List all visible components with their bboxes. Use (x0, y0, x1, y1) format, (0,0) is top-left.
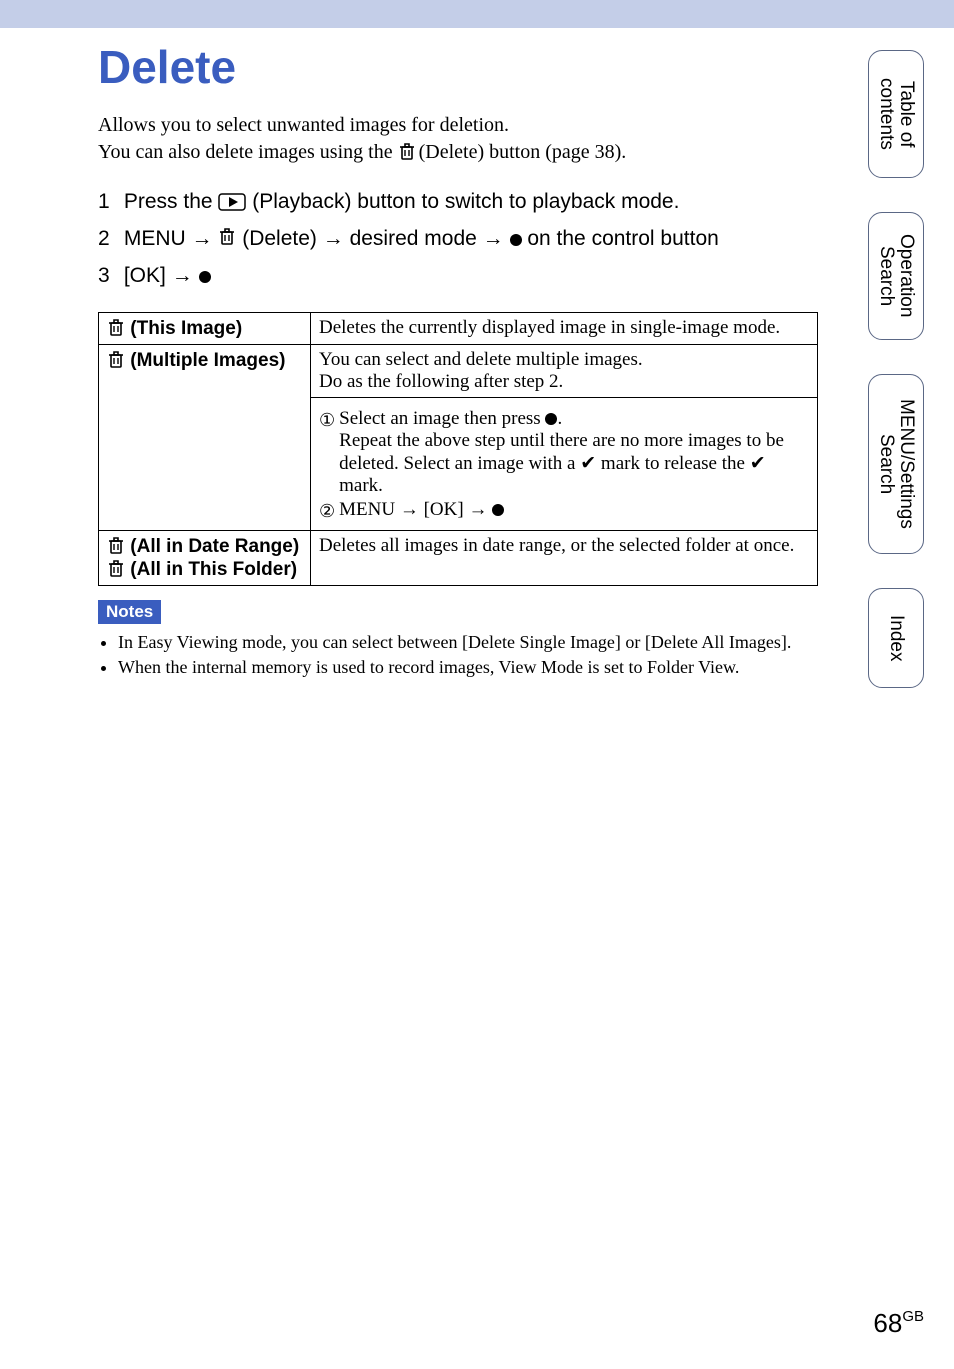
step-3: 3 [OK] → (98, 258, 894, 295)
arrow-icon: → (323, 227, 344, 250)
trash-icon (218, 226, 236, 248)
mode-label-cell: (Multiple Images) (99, 345, 311, 531)
note-item: When the internal memory is used to reco… (118, 655, 878, 679)
sub1-e: mark. (339, 475, 383, 496)
mode-desc-cell: You can select and delete multiple image… (311, 345, 818, 398)
table-row: (Multiple Images) You can select and del… (99, 345, 818, 398)
trash-this-icon (107, 317, 125, 337)
row2-desc2: Do as the following after step 2. (319, 371, 563, 392)
notes-badge: Notes (98, 600, 161, 624)
arrow-icon: → (468, 499, 487, 520)
page-number: 68GB (873, 1308, 924, 1339)
intro-text: Allows you to select unwanted images for… (98, 112, 818, 166)
sub1-b: . (557, 408, 562, 429)
step2-pre: MENU (124, 227, 192, 250)
step1-post: (Playback) button to switch to playback … (252, 190, 679, 213)
mode-label-cell: (All in Date Range) (All in This Folder) (99, 531, 311, 586)
intro-line1: Allows you to select unwanted images for… (98, 114, 509, 136)
center-button-icon (199, 271, 211, 283)
step2-mid1: (Delete) (242, 227, 323, 250)
trash-multi-icon (107, 349, 125, 369)
substep-1: Select an image then press . Repeat the … (339, 408, 809, 497)
trash-icon (398, 141, 414, 161)
tab-label: Index (886, 615, 906, 661)
step2-mid2: desired mode (350, 227, 483, 250)
intro-line2-pre: You can also delete images using the (98, 141, 398, 163)
step-1: 1 Press the (Playback) button to switch … (98, 184, 894, 221)
mode-desc: Deletes the currently displayed image in… (319, 317, 780, 338)
mode-desc-cell: Deletes all images in date range, or the… (311, 531, 818, 586)
sub1-d: mark to release the (601, 453, 750, 474)
note-item: In Easy Viewing mode, you can select bet… (118, 630, 878, 654)
tab-menu-settings-search[interactable]: MENU/Settings Search (868, 374, 924, 554)
modes-table: (This Image) Deletes the currently displ… (98, 312, 818, 586)
playback-icon (218, 193, 246, 211)
sub2-a: MENU (339, 499, 400, 520)
mode-label: (This Image) (130, 318, 242, 339)
intro-line2-post: (Delete) button (page 38). (419, 141, 627, 163)
check-icon: ✔ (580, 453, 596, 474)
steps-list: 1 Press the (Playback) button to switch … (98, 184, 894, 294)
page-number-value: 68 (873, 1308, 902, 1338)
table-row: (This Image) Deletes the currently displ… (99, 313, 818, 345)
tab-label: Operation Search (876, 234, 916, 317)
tab-index[interactable]: Index (868, 588, 924, 688)
mode-desc: Deletes all images in date range, or the… (319, 535, 794, 556)
side-tabs: Table of contents Operation Search MENU/… (868, 50, 924, 688)
mode-label-cell: (This Image) (99, 313, 311, 345)
step-number: 1 (98, 184, 118, 221)
notes-list: In Easy Viewing mode, you can select bet… (98, 630, 878, 679)
center-button-icon (510, 234, 522, 246)
step-2: 2 MENU → (Delete) → desired mode → on th… (98, 221, 894, 258)
trash-folder-icon (107, 558, 125, 578)
mode-substeps-cell: ① Select an image then press . Repeat th… (311, 398, 818, 531)
sub2-b: [OK] (424, 499, 469, 520)
substep-2: MENU → [OK] → (339, 499, 504, 521)
tab-label: Table of contents (876, 78, 916, 150)
mode-label-a: (All in Date Range) (130, 536, 299, 557)
step3-pre: [OK] (124, 264, 172, 287)
arrow-icon: → (483, 227, 504, 250)
mode-desc-cell: Deletes the currently displayed image in… (311, 313, 818, 345)
check-icon: ✔ (750, 453, 766, 474)
tab-table-of-contents[interactable]: Table of contents (868, 50, 924, 178)
tab-operation-search[interactable]: Operation Search (868, 212, 924, 340)
sub1-a: Select an image then press (339, 408, 545, 429)
center-button-icon (492, 504, 504, 516)
page-content: Delete Allows you to select unwanted ima… (0, 0, 954, 1369)
arrow-icon: → (192, 227, 213, 250)
mode-label: (Multiple Images) (130, 350, 285, 371)
page-title: Delete (98, 40, 894, 94)
center-button-icon (545, 413, 557, 425)
arrow-icon: → (172, 264, 193, 287)
circled-1-icon: ① (319, 408, 335, 433)
page-number-suffix: GB (902, 1308, 924, 1325)
step2-post: on the control button (527, 227, 718, 250)
arrow-icon: → (400, 499, 419, 520)
tab-label: MENU/Settings Search (876, 399, 916, 529)
table-row: (All in Date Range) (All in This Folder)… (99, 531, 818, 586)
trash-date-icon (107, 535, 125, 555)
step-number: 2 (98, 221, 118, 258)
row2-desc1: You can select and delete multiple image… (319, 349, 643, 370)
step-number: 3 (98, 258, 118, 295)
circled-2-icon: ② (319, 499, 335, 524)
mode-label-b: (All in This Folder) (130, 559, 297, 580)
step1-pre: Press the (124, 190, 219, 213)
